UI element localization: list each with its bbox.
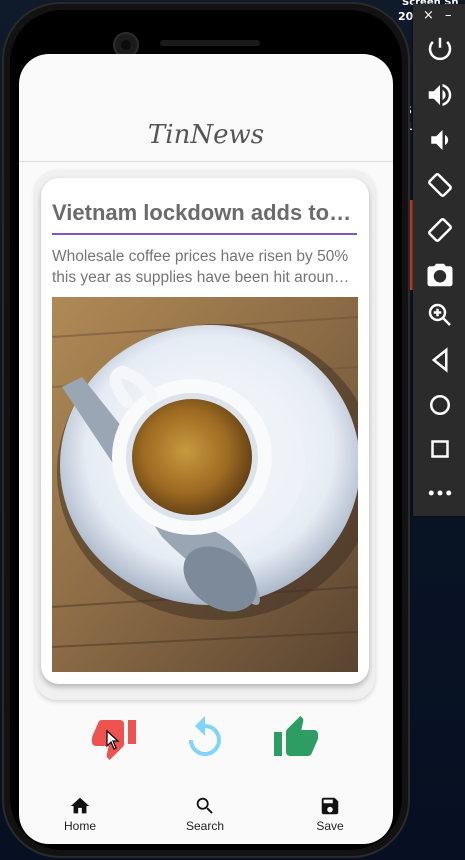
swipe-actions: [19, 714, 393, 764]
emulator-volume-up-button[interactable]: [425, 80, 455, 110]
emulator-home-button[interactable]: [425, 390, 455, 420]
emulator-overview-button[interactable]: [425, 434, 455, 464]
nav-home-label: Home: [63, 819, 96, 833]
earpiece-speaker: [160, 40, 260, 46]
emulator-toolbar-header: × –: [413, 4, 465, 28]
nav-home[interactable]: Home: [35, 789, 125, 833]
nav-search-label: Search: [185, 819, 225, 833]
volume-down-icon: [431, 130, 449, 150]
nav-save[interactable]: Save: [285, 789, 375, 833]
mouse-cursor-icon: [106, 730, 120, 750]
bottom-navigation: Home Search Save: [19, 789, 393, 844]
overview-icon: [431, 440, 449, 458]
emulator-rotate-left-button[interactable]: [425, 170, 455, 200]
emulator-zoom-button[interactable]: [425, 300, 455, 330]
emulator-volume-down-button[interactable]: [425, 125, 455, 155]
emulator-screenshot-button[interactable]: [425, 260, 455, 290]
nav-save-label: Save: [316, 819, 344, 833]
back-icon: [431, 347, 448, 373]
app-title: TinNews: [147, 120, 265, 150]
title-underline: [52, 233, 357, 235]
camera-icon: [427, 263, 453, 287]
rotate-right-icon: [428, 218, 452, 242]
thumb-up-icon: [274, 716, 318, 756]
emulator-more-button[interactable]: [425, 478, 455, 508]
volume-up-icon: [428, 84, 452, 106]
home-icon: [70, 797, 90, 814]
news-card[interactable]: Vietnam lockdown adds to pressure on cof…: [41, 178, 369, 684]
save-icon: [321, 797, 339, 815]
news-description: Wholesale coffee prices have risen by 50…: [52, 248, 349, 286]
news-title: Vietnam lockdown adds to pressure on cof…: [52, 200, 357, 225]
news-image: [52, 297, 358, 672]
like-button[interactable]: [271, 714, 321, 762]
power-icon: [428, 37, 452, 61]
refresh-icon: [189, 716, 221, 756]
emulator-close-button[interactable]: ×: [423, 8, 434, 23]
coffee-cup-image: [52, 297, 358, 672]
app-screen: TinNews Vietnam lockdown adds to pressur…: [19, 54, 393, 844]
emulator-rotate-right-button[interactable]: [425, 215, 455, 245]
phone-frame: TinNews Vietnam lockdown adds to pressur…: [2, 2, 410, 858]
emulator-back-button[interactable]: [425, 345, 455, 375]
rotate-left-icon: [428, 173, 452, 197]
emulator-power-button[interactable]: [425, 34, 455, 64]
search-icon: [196, 797, 213, 814]
emulator-minimize-button[interactable]: –: [445, 8, 452, 23]
nav-search[interactable]: Search: [160, 789, 250, 833]
home-circle-icon: [430, 395, 450, 415]
more-icon: [428, 490, 452, 496]
zoom-icon: [428, 303, 451, 326]
app-bar-divider: [19, 161, 393, 162]
emulator-toolbar: × –: [413, 4, 465, 516]
refresh-button[interactable]: [180, 714, 230, 762]
